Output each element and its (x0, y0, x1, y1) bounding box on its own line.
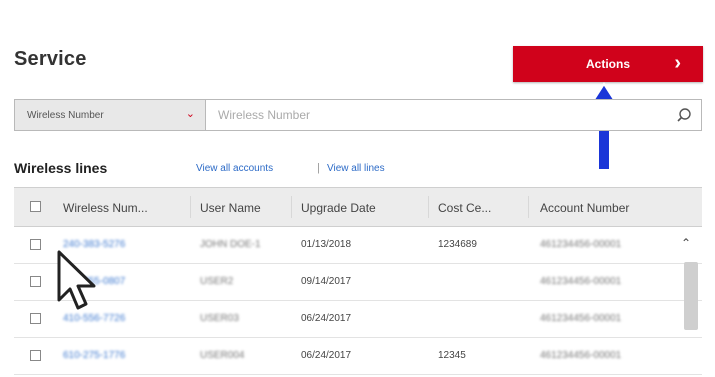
table-row[interactable]: 610-275-1776 USER004 06/24/2017 12345 46… (14, 338, 702, 375)
search-bar: Wireless Number ⌄ (14, 99, 702, 131)
upgrade-date: 06/24/2017 (301, 313, 352, 324)
actions-button[interactable]: Actions › (513, 46, 703, 82)
wireless-lines-heading: Wireless lines (14, 160, 108, 176)
row-checkbox[interactable] (30, 239, 41, 250)
scrollbar-thumb[interactable] (684, 262, 698, 330)
row-checkbox[interactable] (30, 276, 41, 287)
wireless-number-link[interactable]: 240-383-5276 (63, 239, 125, 250)
account-number: 461234456-00001 (540, 313, 622, 324)
scroll-up-icon[interactable]: ⌃ (681, 236, 691, 250)
upgrade-date: 09/14/2017 (301, 276, 352, 287)
wireless-number-link[interactable]: 610-275-1776 (63, 350, 125, 361)
search-input[interactable] (206, 100, 667, 130)
row-checkbox[interactable] (30, 350, 41, 361)
wireless-number-link[interactable]: 410-556-7726 (63, 313, 125, 324)
column-divider (291, 196, 292, 218)
table-row[interactable]: 240-383-5276 JOHN DOE-1 01/13/2018 12346… (14, 227, 702, 264)
search-type-value: Wireless Number (27, 110, 104, 121)
table-row[interactable]: 410-556-7726 USER03 06/24/2017 461234456… (14, 301, 702, 338)
search-icon[interactable] (667, 100, 701, 130)
column-divider (190, 196, 191, 218)
chevron-right-icon: › (674, 52, 681, 74)
user-name: JOHN DOE-1 (200, 239, 261, 250)
view-all-accounts-link[interactable]: View all accounts (196, 163, 273, 174)
upgrade-date: 01/13/2018 (301, 239, 352, 250)
column-header-cost-center[interactable]: Cost Ce... (438, 201, 491, 215)
column-divider (528, 196, 529, 218)
view-all-lines-link[interactable]: View all lines (327, 163, 385, 174)
page-title: Service (14, 48, 87, 70)
mouse-cursor-icon (57, 250, 96, 310)
column-header-upgrade-date[interactable]: Upgrade Date (301, 201, 376, 215)
column-header-wireless-number[interactable]: Wireless Num... (63, 201, 148, 215)
column-header-account-number[interactable]: Account Number (540, 201, 629, 215)
table-row[interactable]: 440-255-0807 USER2 09/14/2017 461234456-… (14, 264, 702, 301)
service-page: Service Actions › Wireless Number ⌄ Wire… (0, 0, 715, 377)
cost-center: 1234689 (438, 239, 477, 250)
column-divider (428, 196, 429, 218)
user-name: USER004 (200, 350, 245, 361)
cost-center: 12345 (438, 350, 466, 361)
wireless-lines-table: Wireless Num... User Name Upgrade Date C… (14, 187, 702, 375)
chevron-down-icon: ⌄ (185, 108, 195, 120)
search-type-select[interactable]: Wireless Number ⌄ (15, 100, 206, 130)
upgrade-date: 06/24/2017 (301, 350, 352, 361)
column-header-user-name[interactable]: User Name (200, 201, 261, 215)
user-name: USER2 (200, 276, 234, 287)
link-separator: | (317, 162, 320, 174)
select-all-checkbox[interactable] (30, 201, 41, 212)
table-header: Wireless Num... User Name Upgrade Date C… (14, 187, 702, 227)
account-number: 461234456-00001 (540, 239, 622, 250)
account-number: 461234456-00001 (540, 276, 622, 287)
row-checkbox[interactable] (30, 313, 41, 324)
user-name: USER03 (200, 313, 239, 324)
account-number: 461234456-00001 (540, 350, 622, 361)
